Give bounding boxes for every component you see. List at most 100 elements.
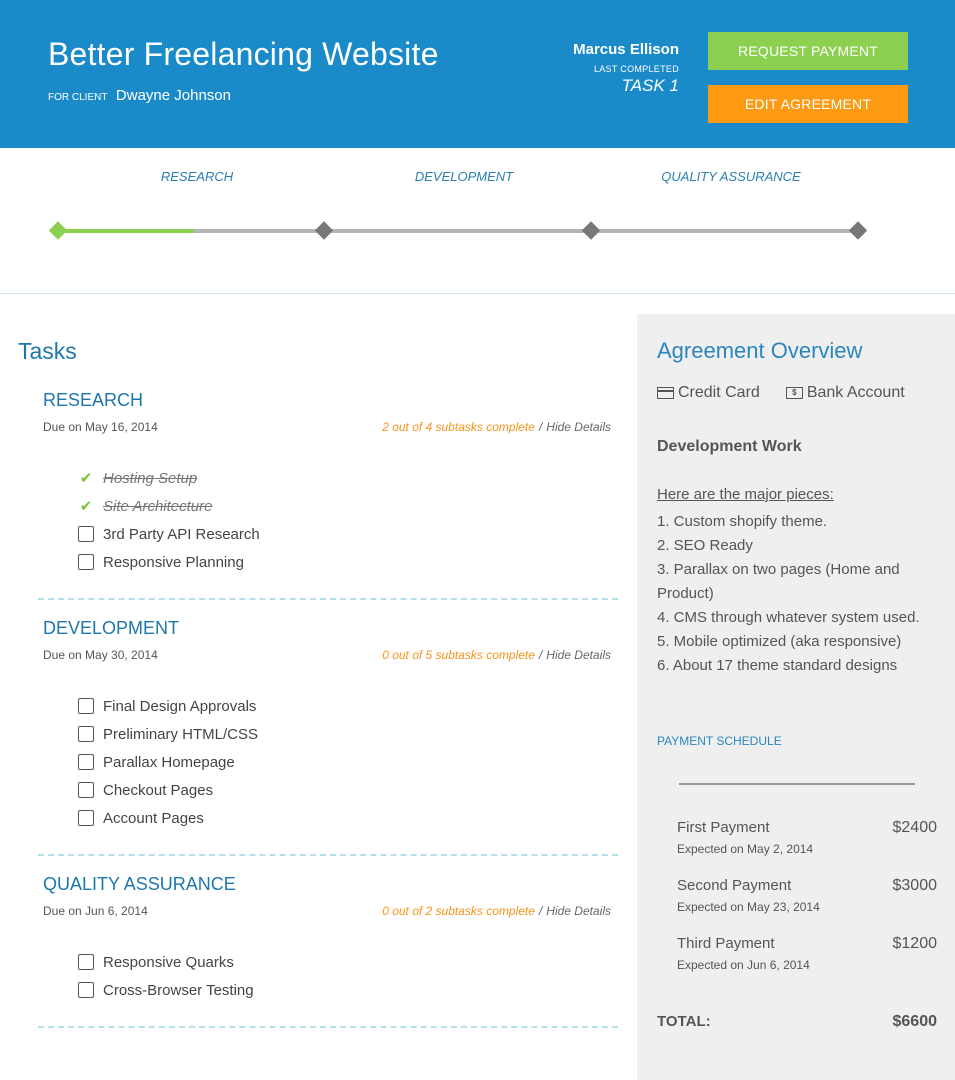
due-date: Due on May 30, 2014 [43,648,158,662]
subtask-list: Responsive Quarks Cross-Browser Testing [78,948,254,1004]
freelancer-name: Marcus Ellison [573,41,679,58]
subtask-summary: 0 out of 2 subtasks complete / Hide Detail… [382,904,611,918]
subtask-label: Hosting Setup [103,469,198,487]
phase-label-research: Research [160,169,234,184]
subtask-item[interactable]: Checkout Pages [78,776,258,804]
payment-amount: $3000 [892,877,938,894]
subtask-item[interactable]: Final Design Approvals [78,692,258,720]
subtask-label: Cross-Browser Testing [103,981,254,999]
subtask-label: Preliminary HTML/CSS [103,725,259,743]
subtask-checkbox[interactable] [78,726,94,742]
payment-amount: $2400 [892,819,938,836]
payment-methods: Credit Card $ Bank Account [657,384,931,402]
agreement-items: 1. Custom shopify theme. 2. SEO Ready 3.… [657,510,942,678]
subtask-item[interactable]: Cross-Browser Testing [78,976,254,1004]
subtask-label: Responsive Planning [103,553,244,571]
subtask-count: 0 out of 2 subtasks complete [382,904,535,918]
subtask-item[interactable]: Preliminary HTML/CSS [78,720,258,748]
payment-date: Expected on May 2, 2014 [677,842,814,856]
subtask-summary: 2 out of 4 subtasks complete / Hide Detail… [382,420,611,434]
milestone-marker [48,221,68,240]
client-line: For Client Dwayne Johnson [48,87,231,105]
progress-track [58,229,858,233]
project-header: Better Freelancing Website For Client Dw… [0,0,955,148]
agreement-overview-panel: Agreement Overview Credit Card $ Bank Ac… [637,314,955,1080]
section-divider [38,1026,618,1028]
total-amount: $6600 [892,1013,938,1030]
subtask-checkbox[interactable] [78,954,94,970]
credit-card-icon [657,387,674,399]
payment-date: Expected on May 23, 2014 [677,900,820,914]
section-divider [38,854,618,856]
agreement-title: Development Work [657,438,802,455]
due-date: Due on Jun 6, 2014 [43,904,148,918]
payment-method-credit-card: Credit Card [657,384,760,402]
agreement-item: 6. About 17 theme standard designs [657,657,898,674]
subtask-item[interactable]: Responsive Quarks [78,948,254,976]
client-prefix: For Client [48,92,108,103]
subtask-item[interactable]: ✔ Site Architecture [78,492,260,520]
subtask-checkbox[interactable] [78,782,94,798]
subtask-checkbox[interactable] [78,754,94,770]
agreement-intro: Here are the major pieces: [657,486,834,503]
subtask-label: Final Design Approvals [103,697,257,715]
phase-label-quality-assurance: Quality Assurance [661,169,801,184]
payment-row: Second Payment $3000 Expected on May 23,… [677,877,937,914]
task-group-title: Development [43,618,180,638]
subtask-item[interactable]: ✔ Hosting Setup [78,464,260,492]
subtask-count: 0 out of 5 subtasks complete [382,648,535,662]
agreement-item: 5. Mobile optimized (aka responsive) [657,633,902,650]
subtask-checkbox[interactable] [78,554,94,570]
subtask-item[interactable]: Responsive Planning [78,548,260,576]
payment-date: Expected on Jun 6, 2014 [677,958,810,972]
agreement-item: 1. Custom shopify theme. [657,513,828,530]
subtask-item[interactable]: Parallax Homepage [78,748,258,776]
subtask-checkbox[interactable] [78,698,94,714]
subtask-checkbox[interactable] [78,526,94,542]
edit-agreement-button[interactable]: Edit Agreement [708,85,908,123]
total-label: TOTAL: [657,1013,711,1030]
hide-details-link[interactable]: Hide Details [546,648,611,662]
checkmark-icon[interactable]: ✔ [78,469,94,487]
subtask-label: 3rd Party API Research [103,525,260,543]
request-payment-button[interactable]: Request Payment [708,32,908,70]
subtask-summary: 0 out of 5 subtasks complete / Hide Detail… [382,648,611,662]
hide-details-link[interactable]: Hide Details [546,420,611,434]
subtask-label: Account Pages [103,809,204,827]
project-title: Better Freelancing Website [48,36,439,72]
payment-method-bank-account: $ Bank Account [785,384,905,402]
milestone-marker [314,221,334,240]
subtask-item[interactable]: Account Pages [78,804,258,832]
divider [679,783,915,785]
agreement-item: 4. CMS through whatever system used. [657,609,920,626]
payment-method-label: Bank Account [806,384,905,401]
due-date: Due on May 16, 2014 [43,420,158,434]
last-completed-task: TASK 1 [621,76,679,95]
subtask-checkbox[interactable] [78,810,94,826]
last-completed-label: Last Completed [593,64,679,74]
task-group-title: Research [43,390,144,410]
milestone-marker [848,221,868,240]
payment-row: First Payment $2400 Expected on May 2, 2… [677,819,937,856]
subtask-checkbox[interactable] [78,982,94,998]
payment-row: Third Payment $1200 Expected on Jun 6, 2… [677,935,937,972]
phase-label-development: Development [414,169,514,184]
subtask-label: Checkout Pages [103,781,214,799]
task-group-title: Quality Assurance [43,874,236,894]
subtask-label: Parallax Homepage [103,753,235,771]
agreement-item: 2. SEO Ready [657,537,753,554]
tasks-heading: Tasks [18,338,77,364]
checkmark-icon[interactable]: ✔ [78,497,94,515]
payment-amount: $1200 [892,935,938,952]
phase-progress: Research Development Quality Assurance [0,148,955,294]
milestone-marker [581,221,601,240]
progress-fill [58,229,194,233]
freelancer-info: Marcus Ellison Last Completed TASK 1 [573,41,679,96]
hide-details-link[interactable]: Hide Details [546,904,611,918]
agreement-item: 3. Parallax on two pages (Home and Produ… [657,561,900,602]
bank-account-icon: $ [785,387,803,399]
subtask-item[interactable]: 3rd Party API Research [78,520,260,548]
agreement-overview-title: Agreement Overview [657,338,863,363]
subtask-count: 2 out of 4 subtasks complete [382,420,535,434]
subtask-label: Site Architecture [103,497,213,515]
